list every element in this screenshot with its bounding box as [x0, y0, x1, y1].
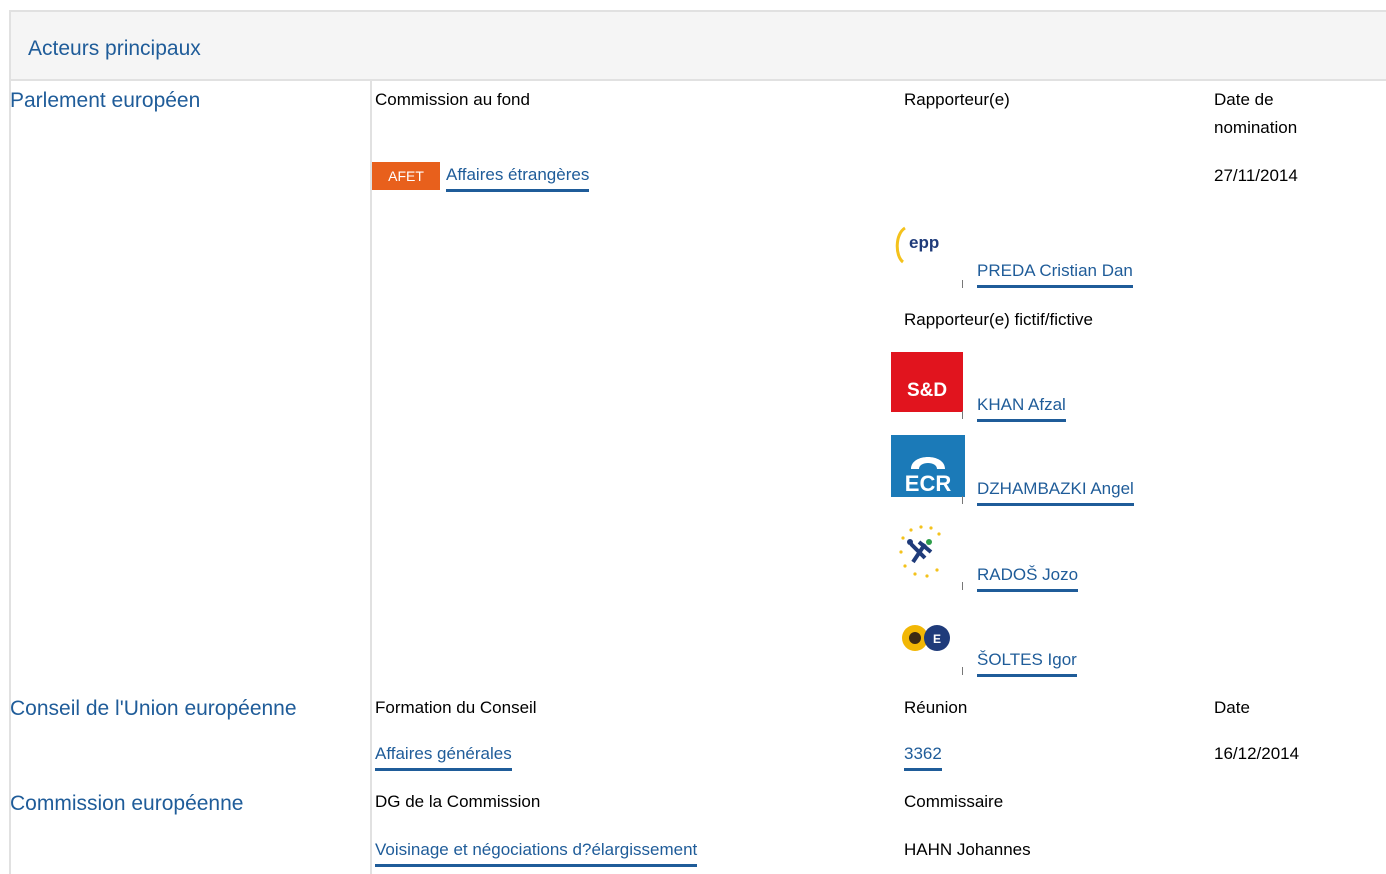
- greens-efa-group-icon: E: [902, 625, 950, 651]
- logo-tick: [962, 280, 963, 288]
- rapporteur-column-header: Rapporteur(e): [904, 90, 1010, 109]
- svg-text:epp: epp: [909, 233, 939, 252]
- parliament-section-title: Parlement européen: [10, 89, 201, 112]
- sd-group-icon: S&D: [891, 352, 963, 412]
- nomination-date: 27/11/2014: [1214, 166, 1298, 185]
- council-formation-link[interactable]: Affaires générales: [375, 742, 512, 771]
- council-date: 16/12/2014: [1214, 744, 1300, 763]
- ecr-group-icon: ECR: [891, 435, 965, 497]
- shadow-rapporteur-link[interactable]: RADOŠ Jozo: [977, 563, 1079, 592]
- commission-section-title: Commission européenne: [10, 792, 244, 815]
- left-border: [9, 81, 11, 874]
- section-header: Acteurs principaux: [9, 10, 1386, 81]
- council-section-title: Conseil de l'Union européenne: [10, 697, 297, 720]
- dg-link[interactable]: Voisinage et négociations d?élargissemen…: [375, 838, 698, 867]
- dg-column-header: DG de la Commission: [375, 792, 541, 811]
- council-formation-column-header: Formation du Conseil: [375, 698, 537, 717]
- nomination-date-column-header: Date de nomination: [1214, 90, 1298, 137]
- council-date-column-header: Date: [1214, 698, 1250, 717]
- meeting-column-header: Réunion: [904, 698, 968, 717]
- logo-tick: [962, 667, 963, 675]
- logo-tick: [962, 411, 963, 419]
- committee-badge: AFET: [372, 162, 440, 190]
- column-divider: [370, 81, 372, 874]
- logo-tick: [962, 496, 963, 504]
- key-players-panel: Acteurs principaux Parlement européen Co…: [0, 0, 1386, 874]
- commissioner-column-header: Commissaire: [904, 792, 1004, 811]
- alde-group-icon: [899, 525, 941, 578]
- logo-tick: [962, 582, 963, 590]
- meeting-link[interactable]: 3362: [904, 742, 942, 771]
- rapporteur-link[interactable]: PREDA Cristian Dan: [977, 259, 1133, 288]
- shadow-rapporteur-link[interactable]: DZHAMBAZKI Angel: [977, 477, 1134, 506]
- svg-text:S&D: S&D: [907, 380, 947, 401]
- shadow-rapporteur-link[interactable]: KHAN Afzal: [977, 393, 1066, 422]
- commissioner-name: HAHN Johannes: [904, 840, 1031, 859]
- svg-text:ECR: ECR: [905, 471, 952, 496]
- epp-group-icon: epp: [895, 226, 939, 264]
- section-title: Acteurs principaux: [28, 37, 201, 60]
- committee-link[interactable]: Affaires étrangères: [446, 163, 590, 192]
- committee-column-header: Commission au fond: [375, 90, 530, 109]
- shadow-rapporteur-header: Rapporteur(e) fictif/fictive: [904, 310, 1093, 329]
- shadow-rapporteur-link[interactable]: ŠOLTES Igor: [977, 648, 1077, 677]
- svg-text:E: E: [933, 632, 941, 646]
